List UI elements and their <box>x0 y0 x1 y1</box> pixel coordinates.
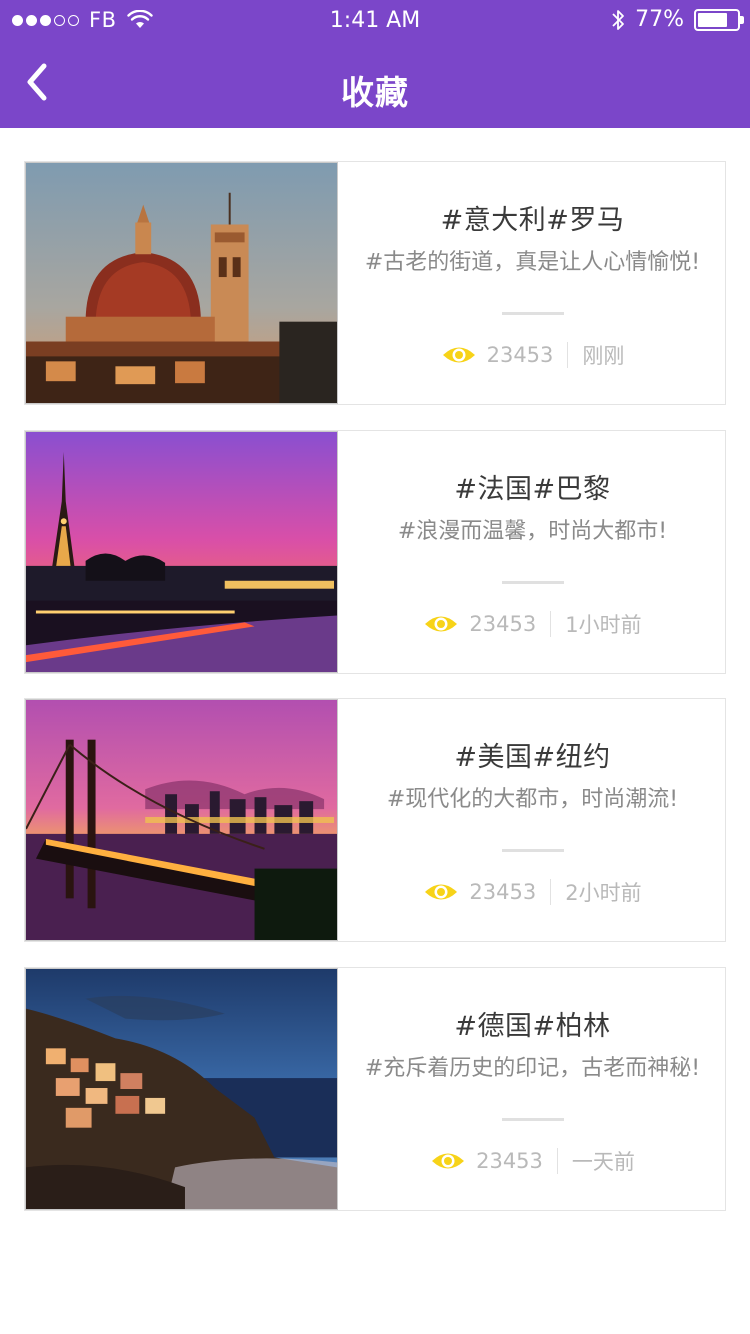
meta-separator <box>556 1148 558 1174</box>
battery-fill <box>698 12 728 27</box>
favorite-image-cliff-village[interactable] <box>25 968 338 1210</box>
favorite-tags: #美国#纽约 <box>454 742 611 773</box>
time-ago: 1小时前 <box>565 613 642 637</box>
divider <box>501 849 564 852</box>
favorite-image-bay-bridge[interactable] <box>25 699 338 941</box>
favorite-description: #现代化的大都市，时尚潮流! <box>386 787 679 812</box>
view-count: 23453 <box>476 1149 543 1173</box>
favorite-tags: #法国#巴黎 <box>454 474 611 505</box>
divider <box>501 1118 564 1121</box>
favorite-image-florence-cathedral[interactable] <box>25 162 338 404</box>
favorite-info: #德国#柏林 #充斥着历史的印记，古老而神秘! 23453 一天前 <box>338 968 727 1210</box>
bluetooth-icon <box>612 9 624 30</box>
meta-separator <box>567 342 569 368</box>
favorite-card[interactable]: #美国#纽约 #现代化的大都市，时尚潮流! 23453 2小时前 <box>24 698 726 942</box>
eye-icon <box>432 1153 465 1169</box>
page-title: 收藏 <box>341 73 409 112</box>
battery-icon <box>694 8 744 31</box>
favorite-card[interactable]: #德国#柏林 #充斥着历史的印记，古老而神秘! 23453 一天前 <box>24 967 726 1211</box>
favorite-meta: 23453 刚刚 <box>338 340 727 370</box>
status-bar: FB 1:41 AM 77% <box>0 0 750 42</box>
favorite-card[interactable]: #意大利#罗马 #古老的街道，真是让人心情愉悦! 23453 刚刚 <box>24 161 726 405</box>
favorite-tags: #德国#柏林 <box>454 1011 611 1042</box>
favorite-meta: 23453 1小时前 <box>338 609 727 639</box>
favorite-image-eiffel-tower[interactable] <box>25 431 338 673</box>
time-ago: 一天前 <box>571 1150 635 1174</box>
meta-separator <box>550 611 552 637</box>
favorite-card[interactable]: #法国#巴黎 #浪漫而温馨，时尚大都市! 23453 1小时前 <box>24 430 726 674</box>
favorite-info: #意大利#罗马 #古老的街道，真是让人心情愉悦! 23453 刚刚 <box>338 162 727 404</box>
favorite-meta: 23453 2小时前 <box>338 877 727 907</box>
header-bar: FB 1:41 AM 77% 收藏 <box>0 0 750 128</box>
favorite-description: #浪漫而温馨，时尚大都市! <box>397 519 668 544</box>
view-count: 23453 <box>486 343 554 367</box>
time-ago: 2小时前 <box>565 881 642 905</box>
favorite-info: #法国#巴黎 #浪漫而温馨，时尚大都市! 23453 1小时前 <box>338 431 727 673</box>
view-count: 23453 <box>469 880 537 904</box>
time-ago: 刚刚 <box>582 344 625 368</box>
favorite-meta: 23453 一天前 <box>338 1146 727 1176</box>
divider <box>501 581 564 584</box>
view-count: 23453 <box>469 612 537 636</box>
favorite-description: #古老的街道，真是让人心情愉悦! <box>364 250 701 275</box>
divider <box>501 312 564 315</box>
favorite-tags: #意大利#罗马 <box>440 205 625 236</box>
eye-icon <box>425 616 458 632</box>
favorite-description: #充斥着历史的印记，古老而神秘! <box>364 1056 701 1081</box>
eye-icon <box>442 347 475 363</box>
favorite-info: #美国#纽约 #现代化的大都市，时尚潮流! 23453 2小时前 <box>338 699 727 941</box>
eye-icon <box>425 884 458 900</box>
battery-percentage: 77% <box>635 7 684 32</box>
meta-separator <box>550 879 552 905</box>
